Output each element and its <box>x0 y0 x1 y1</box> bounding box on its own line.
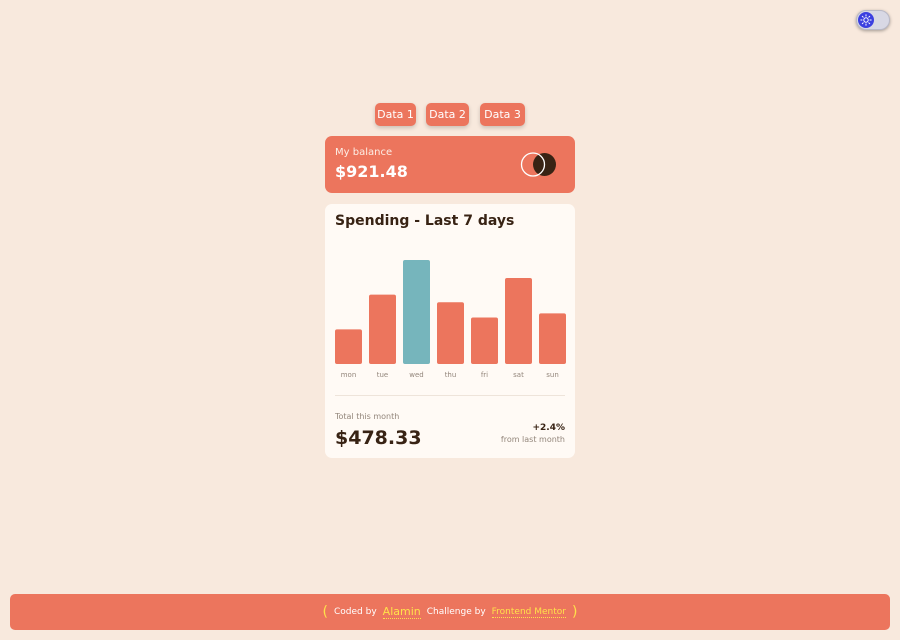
day-label-wed: wed <box>409 371 423 379</box>
coded-by-label: Coded by <box>334 607 377 617</box>
balance-amount: $921.48 <box>335 162 408 181</box>
day-label-mon: mon <box>341 371 357 379</box>
theme-toggle[interactable] <box>856 10 890 30</box>
footer-close-paren: ) <box>571 604 578 620</box>
balance-card: My balance $921.48 <box>325 136 575 193</box>
day-label-fri: fri <box>481 371 488 379</box>
bar-thu[interactable] <box>437 302 464 364</box>
change-percent: +2.4% <box>532 423 565 433</box>
bar-sun[interactable] <box>539 313 566 364</box>
spending-card: Spending - Last 7 days mon tue wed thu fri sa… <box>325 204 575 458</box>
spending-title: Spending - Last 7 days <box>335 213 515 229</box>
day-label-thu: thu <box>445 371 457 379</box>
data-1-button[interactable]: Data 1 <box>375 103 416 126</box>
data-3-button[interactable]: Data 3 <box>480 103 525 126</box>
footer-open-paren: ( <box>322 604 329 620</box>
data-2-button[interactable]: Data 2 <box>426 103 469 126</box>
change-label: from last month <box>500 435 565 444</box>
total-label: Total this month <box>335 412 400 421</box>
total-amount: $478.33 <box>335 427 422 449</box>
challenge-by-label: Challenge by <box>426 607 486 617</box>
day-label-sat: sat <box>513 371 524 379</box>
bar-sat[interactable] <box>505 278 532 364</box>
spending-bar-chart: mon tue wed thu fri sat sun <box>335 260 566 379</box>
balance-label: My balance <box>335 147 393 158</box>
author-link[interactable]: Alamin <box>382 605 421 619</box>
divider <box>335 395 565 396</box>
day-label-sun: sun <box>546 371 559 379</box>
bar-mon[interactable] <box>335 329 362 364</box>
frontend-mentor-link[interactable]: Frontend Mentor <box>491 607 566 618</box>
footer: ( Coded by Alamin Challenge by Frontend … <box>10 594 890 630</box>
day-label-tue: tue <box>377 371 389 379</box>
mastercard-logo <box>520 152 556 177</box>
bar-fri[interactable] <box>471 317 498 364</box>
bar-wed[interactable] <box>403 260 430 364</box>
bar-tue[interactable] <box>369 294 396 364</box>
sun-icon <box>858 12 874 28</box>
